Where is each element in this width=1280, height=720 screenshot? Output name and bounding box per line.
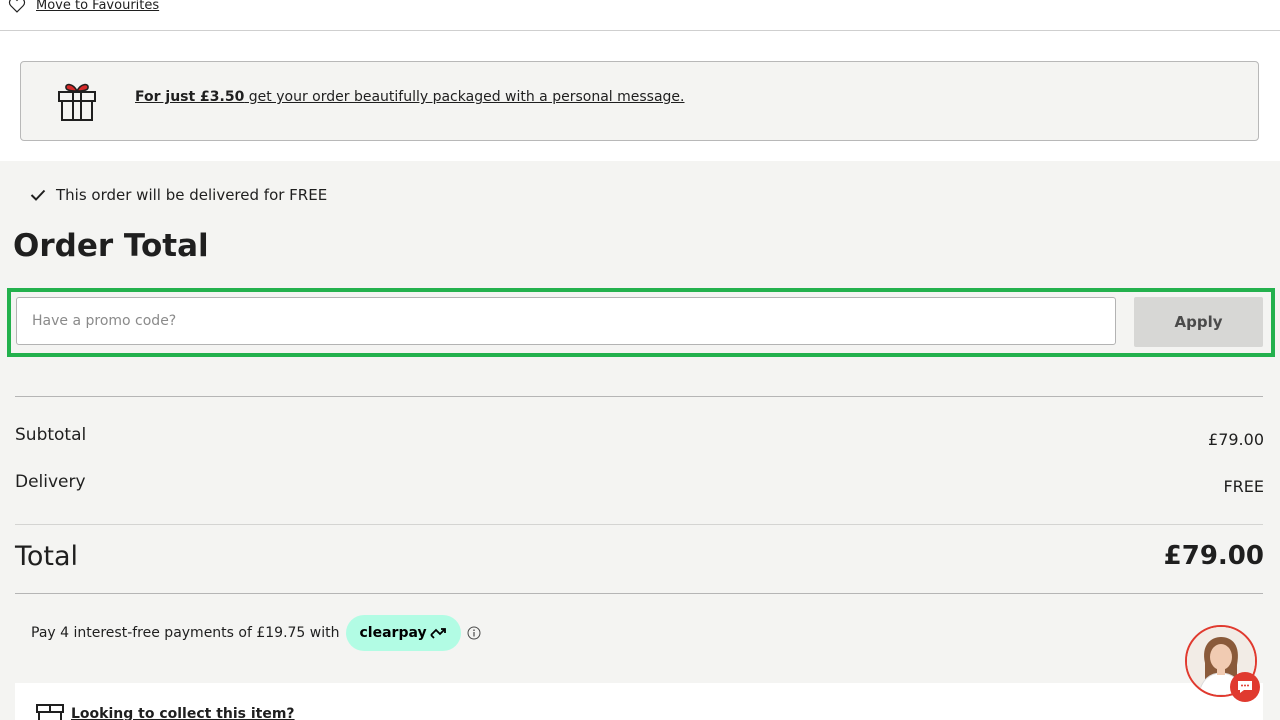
subtotal-label: Subtotal <box>15 425 87 445</box>
subtotal-value: £79.00 <box>1208 430 1264 449</box>
heart-icon <box>8 0 26 13</box>
info-icon[interactable] <box>467 626 481 640</box>
divider <box>15 524 1263 525</box>
total-value: £79.00 <box>1163 541 1264 571</box>
chat-icon <box>1238 681 1252 693</box>
promo-code-form: Apply <box>7 288 1275 357</box>
gift-wrap-section: For just £3.50 get your order beautifull… <box>0 31 1280 161</box>
store-icon <box>36 704 64 720</box>
free-delivery-note: This order will be delivered for FREE <box>30 186 327 204</box>
promo-code-input[interactable] <box>16 297 1116 345</box>
move-to-favourites-link[interactable]: Move to Favourites <box>8 0 159 13</box>
delivery-label: Delivery <box>15 472 86 492</box>
free-delivery-text: This order will be delivered for FREE <box>56 186 328 204</box>
collect-item-card: Looking to collect this item? <box>15 683 1263 720</box>
divider <box>15 593 1263 594</box>
top-strip: Move to Favourites <box>0 0 1280 31</box>
checkmark-icon <box>30 189 46 201</box>
clearpay-installments: Pay 4 interest-free payments of £19.75 w… <box>31 615 481 651</box>
clearpay-brand-text: clearpay <box>359 625 427 641</box>
gift-description-text: get your order beautifully packaged with… <box>244 89 685 105</box>
chat-button[interactable] <box>1230 672 1260 702</box>
gift-wrap-card: For just £3.50 get your order beautifull… <box>20 61 1259 141</box>
gift-price-text: For just £3.50 <box>135 89 245 105</box>
clearpay-logo: clearpay <box>345 615 461 651</box>
total-label: Total <box>15 541 79 572</box>
gift-icon <box>58 83 96 121</box>
gift-wrap-link[interactable]: For just £3.50 get your order beautifull… <box>135 89 685 105</box>
clearpay-text: Pay 4 interest-free payments of £19.75 w… <box>31 625 340 641</box>
collect-item-link[interactable]: Looking to collect this item? <box>71 706 295 720</box>
apply-promo-button[interactable]: Apply <box>1134 297 1263 347</box>
divider <box>15 396 1263 397</box>
move-to-favourites-label: Move to Favourites <box>36 0 160 13</box>
order-total-heading: Order Total <box>13 228 209 264</box>
delivery-value: FREE <box>1223 477 1264 496</box>
clearpay-arrows-icon <box>429 628 446 639</box>
